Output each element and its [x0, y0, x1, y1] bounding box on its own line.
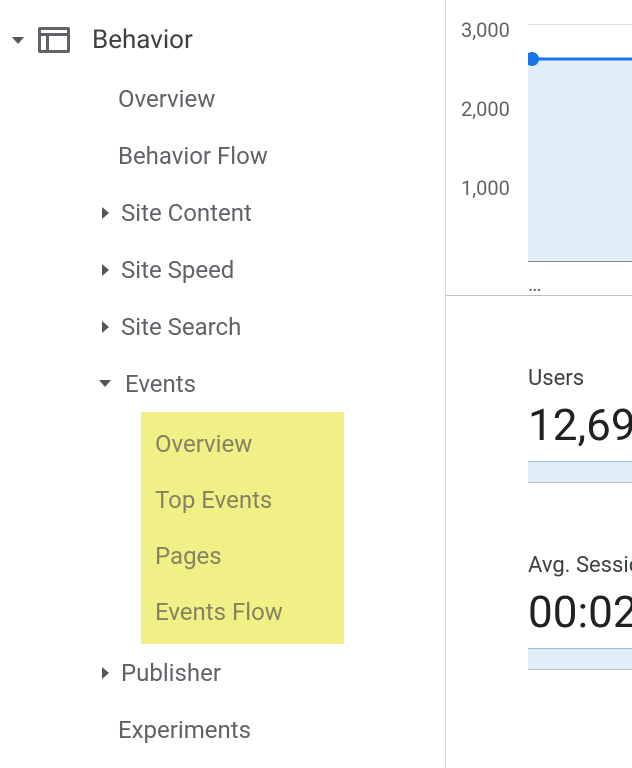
y-tick-3000: 3,000 — [461, 18, 510, 42]
line-chart: 3,000 2,000 1,000 … — [446, 0, 632, 296]
caret-right-icon — [102, 264, 109, 276]
y-tick-1000: 1,000 — [461, 176, 510, 200]
x-tick-first: … — [528, 272, 541, 296]
caret-right-icon — [102, 667, 109, 679]
nav-site-search[interactable]: Site Search — [0, 298, 445, 355]
sidebar-section-behavior[interactable]: Behavior — [0, 10, 445, 70]
sparkline-users — [528, 455, 632, 483]
nav-behavior-flow[interactable]: Behavior Flow — [0, 127, 445, 184]
sparkline-avg-session — [528, 642, 632, 670]
nav-overview[interactable]: Overview — [0, 70, 445, 127]
nav-events[interactable]: Events — [0, 355, 445, 412]
metric-value-avg-session: 00:02: — [528, 586, 632, 638]
events-sub-top-events[interactable]: Top Events — [141, 472, 344, 528]
main-content: 3,000 2,000 1,000 … Users 12,695 Avg. Se… — [445, 0, 632, 768]
events-submenu: Overview Top Events Pages Events Flow — [141, 412, 344, 644]
metric-value-users: 12,695 — [528, 399, 632, 451]
caret-right-icon — [102, 321, 109, 333]
sidebar-nav: Behavior Overview Behavior Flow Site Con… — [0, 0, 445, 768]
nav-publisher[interactable]: Publisher — [0, 644, 445, 701]
metric-label-users: Users — [528, 366, 632, 391]
metric-label-avg-session: Avg. Sessio — [528, 553, 632, 578]
caret-down-icon — [12, 37, 24, 44]
events-sub-events-flow[interactable]: Events Flow — [141, 584, 344, 640]
nav-site-speed[interactable]: Site Speed — [0, 241, 445, 298]
chart-line — [528, 24, 632, 262]
sidebar-section-title: Behavior — [92, 25, 193, 55]
metric-users: Users 12,695 — [446, 366, 632, 483]
events-sub-pages[interactable]: Pages — [141, 528, 344, 584]
nav-site-content[interactable]: Site Content — [0, 184, 445, 241]
caret-right-icon — [102, 207, 109, 219]
layout-icon — [38, 27, 70, 53]
y-tick-2000: 2,000 — [461, 97, 510, 121]
events-sub-overview[interactable]: Overview — [141, 416, 344, 472]
caret-down-icon — [99, 380, 111, 387]
nav-experiments[interactable]: Experiments — [0, 701, 445, 758]
metric-avg-session: Avg. Sessio 00:02: — [446, 553, 632, 670]
